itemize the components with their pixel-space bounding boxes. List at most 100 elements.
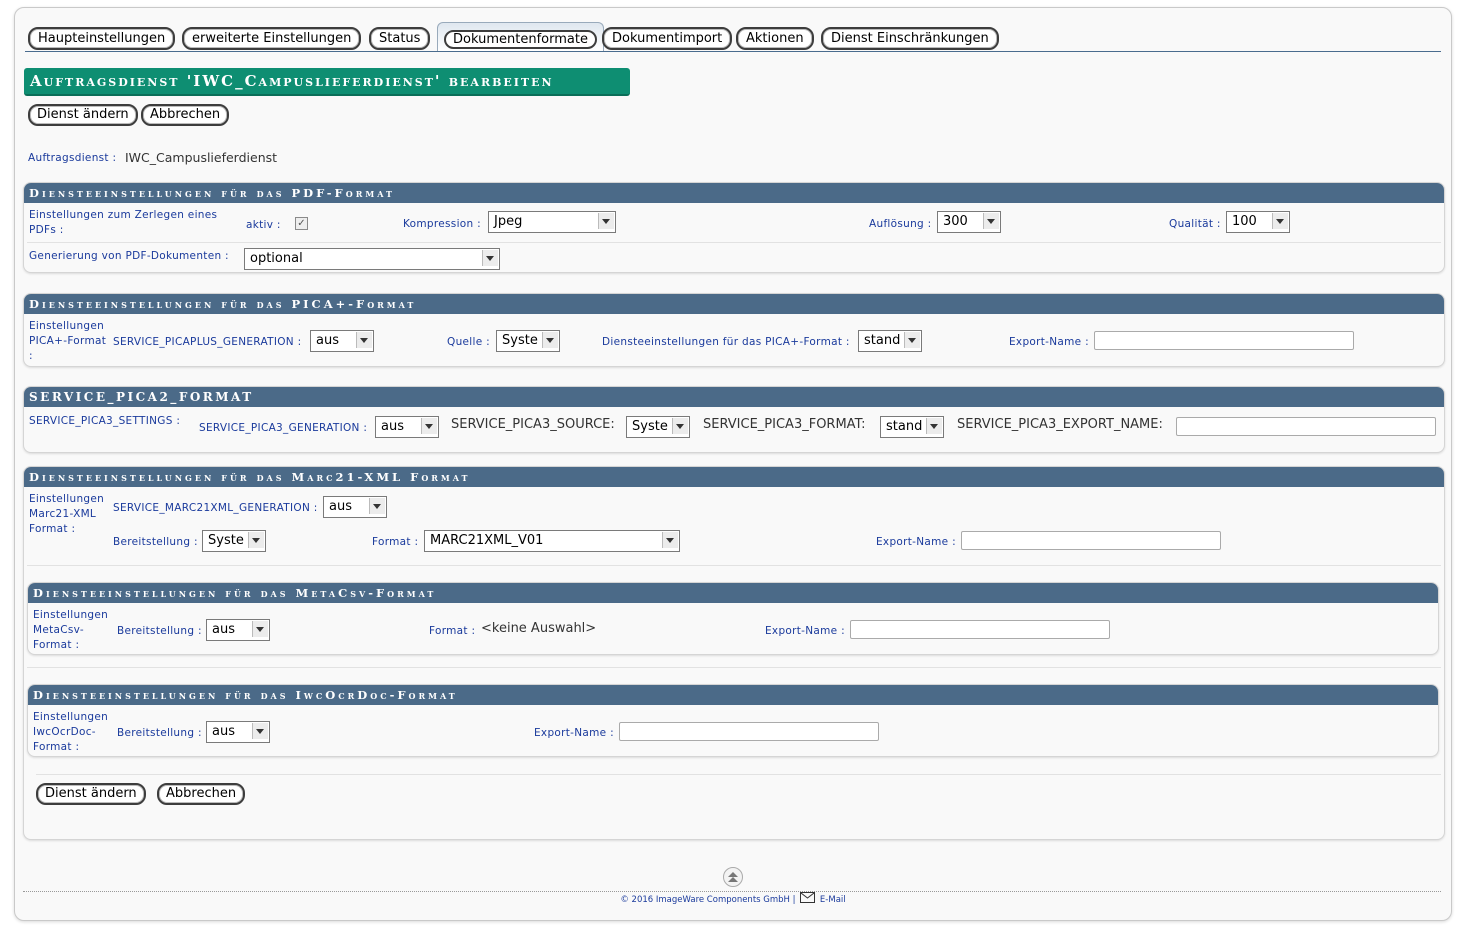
pdf-resolution-select[interactable]: 300 (937, 211, 1001, 233)
chevron-down-icon (904, 332, 920, 348)
metacsv-section-header: Diensteeinstellungen für das MetaCsv-For… (28, 583, 1438, 603)
cancel-button-bottom[interactable]: Abbrechen (157, 783, 246, 805)
tab-haupteinstellungen[interactable]: Haupteinstellungen (28, 27, 176, 50)
pdf-quality-select[interactable]: 100 (1226, 211, 1290, 233)
metacsv-provision-select[interactable]: aus (206, 619, 270, 641)
pica3-section-header: SERVICE_PICA2_FORMAT (24, 387, 1444, 407)
pica-source-label: Quelle : (447, 336, 490, 348)
pica3-format-select[interactable]: stand (880, 416, 944, 438)
pica3-format-label: SERVICE_PICA3_FORMAT: (703, 417, 866, 432)
chevron-down-icon (662, 532, 678, 548)
metacsv-export-label: Export-Name : (765, 625, 845, 637)
metacsv-provision-label: Bereitstellung : (117, 625, 202, 637)
footer: © 2016 ImageWare Components GmbH | E-Mai… (23, 892, 1443, 905)
chevron-down-icon (1272, 213, 1288, 229)
pdf-section-header: Diensteeinstellungen für das PDF-Format (24, 183, 1444, 203)
pdf-resolution-value: 300 (943, 214, 968, 229)
pica-format-value: stand (864, 333, 901, 348)
tab-aktionen[interactable]: Aktionen (736, 27, 814, 50)
marc-format-select[interactable]: MARC21XML_V01 (424, 530, 680, 552)
tab-dokumentimport[interactable]: Dokumentimport (602, 27, 733, 50)
pica3-generation-select[interactable]: aus (375, 416, 439, 438)
ocr-export-input[interactable] (619, 722, 879, 741)
marc-export-label: Export-Name : (876, 536, 956, 548)
pica-generation-value: aus (316, 333, 339, 348)
pdf-compression-label: Kompression : (403, 218, 481, 230)
metacsv-section: Diensteeinstellungen für das MetaCsv-For… (27, 582, 1439, 655)
divider (36, 774, 1441, 775)
pica-source-select[interactable]: Syste (496, 330, 560, 352)
cancel-button-top[interactable]: Abbrechen (141, 104, 230, 126)
pdf-resolution-label: Auflösung : (869, 218, 932, 230)
footer-email-link[interactable]: E-Mail (820, 895, 846, 905)
change-service-button-top[interactable]: Dienst ändern (28, 104, 138, 126)
scroll-top-icon[interactable] (723, 867, 743, 887)
chevron-down-icon (672, 418, 688, 434)
chevron-down-icon (369, 498, 385, 514)
pica-source-value: Syste (502, 333, 538, 348)
marc-export-input[interactable] (961, 531, 1221, 550)
pica-settings-label: Einstellungen PICA+-Format : (29, 320, 107, 362)
pica-export-label: Export-Name : (1009, 336, 1089, 348)
marc-generation-value: aus (329, 499, 352, 514)
marc-generation-select[interactable]: aus (323, 496, 387, 518)
pica3-export-label: SERVICE_PICA3_EXPORT_NAME: (957, 417, 1163, 432)
ocr-section: Diensteeinstellungen für das IwcOcrDoc-F… (27, 684, 1439, 757)
service-label: Auftragsdienst : (28, 152, 117, 164)
service-value: IWC_Campuslieferdienst (125, 150, 278, 165)
chevron-down-icon (926, 418, 942, 434)
pdf-generation-value: optional (250, 251, 303, 266)
pica-export-input[interactable] (1094, 331, 1354, 350)
marc-generation-label: SERVICE_MARC21XML_GENERATION : (113, 502, 318, 514)
tab-dokumentenformate[interactable]: Dokumentenformate (437, 22, 604, 51)
pica3-format-value: stand (886, 419, 923, 434)
chevron-down-icon (598, 213, 614, 229)
pica3-source-select[interactable]: Syste (626, 416, 690, 438)
footer-copyright: © 2016 ImageWare Components GmbH | (620, 895, 796, 905)
pica-generation-select[interactable]: aus (310, 330, 374, 352)
ocr-settings-label: Einstellungen IwcOcrDoc-Format : (33, 711, 109, 753)
ocr-provision-value: aus (212, 724, 235, 739)
metacsv-format-label: Format : (429, 625, 476, 637)
pdf-compression-value: Jpeg (494, 214, 523, 229)
chevron-down-icon (252, 723, 268, 739)
pica3-settings-label: SERVICE_PICA3_SETTINGS : (29, 415, 181, 427)
metacsv-provision-value: aus (212, 622, 235, 637)
tab-dienst-einschraenkungen[interactable]: Dienst Einschränkungen (821, 27, 999, 50)
tab-erweiterte-einstellungen[interactable]: erweiterte Einstellungen (182, 27, 362, 50)
chevron-down-icon (983, 213, 999, 229)
divider (27, 242, 1441, 243)
tab-status[interactable]: Status (369, 27, 431, 50)
pica3-generation-value: aus (381, 419, 404, 434)
marc-provision-select[interactable]: Syste (202, 530, 266, 552)
marc-provision-value: Syste (208, 533, 244, 548)
pdf-split-label: Einstellungen zum Zerlegen eines PDFs : (29, 209, 218, 236)
pdf-active-checkbox[interactable]: ✓ (295, 217, 308, 230)
pica3-source-value: Syste (632, 419, 668, 434)
ocr-provision-select[interactable]: aus (206, 721, 270, 743)
metacsv-export-input[interactable] (850, 620, 1110, 639)
chevron-down-icon (252, 621, 268, 637)
ocr-section-header: Diensteeinstellungen für das IwcOcrDoc-F… (28, 685, 1438, 705)
pdf-compression-select[interactable]: Jpeg (488, 211, 616, 233)
pdf-generation-select[interactable]: optional (244, 248, 500, 270)
change-service-button-bottom[interactable]: Dienst ändern (36, 783, 146, 805)
mail-icon (800, 892, 816, 903)
pdf-active-label: aktiv : (246, 219, 281, 231)
main-frame: Haupteinstellungen erweiterte Einstellun… (14, 7, 1452, 921)
pica-format-select[interactable]: stand (858, 330, 922, 352)
divider (27, 667, 1441, 668)
pdf-quality-value: 100 (1232, 214, 1257, 229)
pica-section: Diensteeinstellungen für das PICA+-Forma… (23, 293, 1445, 367)
marc-section: Diensteeinstellungen für das Marc21-XML … (23, 466, 1445, 840)
metacsv-format-value: <keine Auswahl> (481, 621, 597, 636)
chevron-down-icon (482, 250, 498, 266)
tab-bar: Haupteinstellungen erweiterte Einstellun… (25, 16, 1441, 52)
pdf-generation-label: Generierung von PDF-Dokumenten : (29, 250, 229, 262)
pica-generation-label: SERVICE_PICAPLUS_GENERATION : (113, 336, 302, 348)
pica3-export-input[interactable] (1176, 417, 1436, 436)
pdf-section: Diensteeinstellungen für das PDF-Format … (23, 182, 1445, 273)
pica-format-label: Diensteeinstellungen für das PICA+-Forma… (602, 336, 850, 348)
marc-format-label: Format : (372, 536, 419, 548)
pdf-quality-label: Qualität : (1169, 218, 1221, 230)
